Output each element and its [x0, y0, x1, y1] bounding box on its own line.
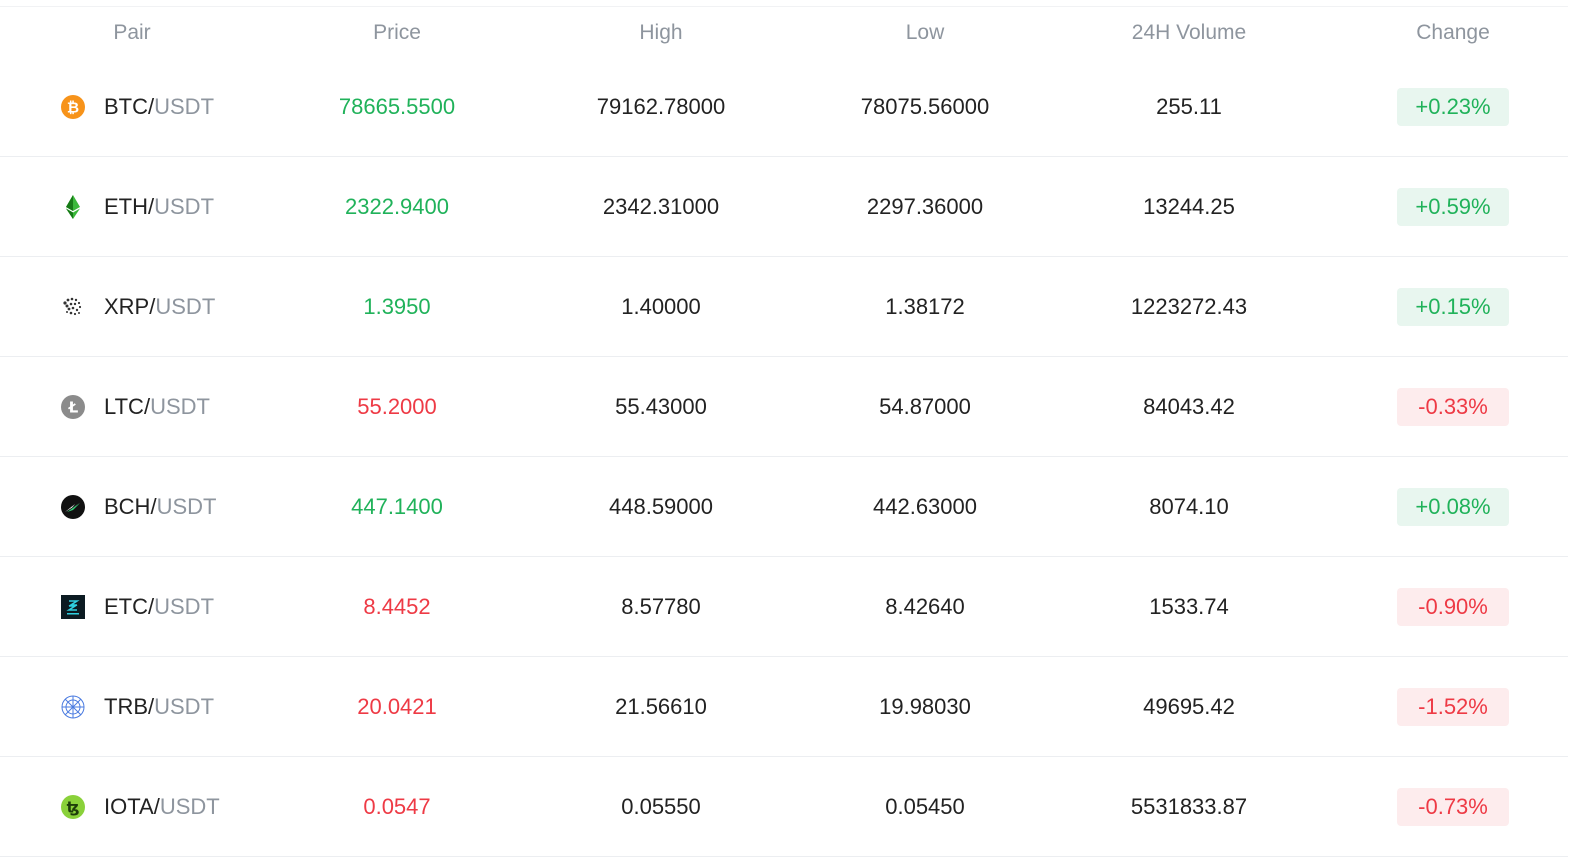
pair-base: BTC [104, 94, 148, 119]
low-cell: 1.38172 [885, 294, 965, 319]
high-cell: 0.05550 [621, 794, 701, 819]
change-badge: +0.59% [1397, 188, 1509, 226]
svg-text:ꜩ: ꜩ [67, 799, 80, 817]
pair-label: BTC/USDT [104, 57, 214, 157]
column-header-price: Price [373, 21, 421, 44]
table-row[interactable]: XRP/USDT 1.3950 1.40000 1.38172 1223272.43 +0… [0, 257, 1568, 357]
volume-cell: 255.11 [1156, 94, 1222, 119]
change-badge: +0.08% [1397, 488, 1509, 526]
pair-cell[interactable]: BCH/USDT [0, 457, 265, 557]
high-cell: 2342.31000 [602, 194, 720, 219]
price-cell: 447.1400 [351, 494, 443, 519]
pair-quote: USDT [155, 294, 216, 319]
table-row[interactable]: ꜩ IOTA/USDT 0.0547 0.05550 0.05450 5531833.87… [0, 757, 1568, 857]
column-header-low: Low [905, 21, 945, 44]
pair-label: LTC/USDT [104, 357, 210, 457]
pair-base: XRP [104, 294, 150, 319]
column-header-volume: 24H Volume [1131, 21, 1247, 44]
table-header: Pair Price High Low 24H Volume Change [0, 13, 1568, 53]
pair-label: BCH/USDT [104, 457, 216, 557]
price-cell: 55.2000 [357, 394, 437, 419]
table-row[interactable]: ₿ BTC/USDT 78665.5500 79162.78000 78075.5600… [0, 57, 1568, 157]
volume-cell: 8074.10 [1149, 494, 1229, 519]
pair-quote: USDT [159, 794, 220, 819]
table-row[interactable]: ETC/USDT 8.4452 8.57780 8.42640 1533.74 -0.90… [0, 557, 1568, 657]
pair-base: ETC [104, 594, 148, 619]
low-cell: 0.05450 [885, 794, 965, 819]
column-header-change: Change [1416, 21, 1490, 44]
table-row[interactable]: BCH/USDT 447.1400 448.59000 442.63000 8074.1… [0, 457, 1568, 557]
change-badge: +0.15% [1397, 288, 1509, 326]
low-cell: 8.42640 [885, 594, 965, 619]
column-header-high: High [639, 21, 683, 44]
pair-label: XRP/USDT [104, 257, 215, 357]
change-badge: -0.73% [1397, 788, 1509, 826]
pair-cell[interactable]: ₿ BTC/USDT [0, 57, 265, 157]
pair-base: TRB [104, 694, 148, 719]
pair-quote: USDT [154, 594, 215, 619]
table-row[interactable]: TRB/USDT 20.0421 21.56610 19.98030 49695.42 -… [0, 657, 1568, 757]
price-cell: 78665.5500 [338, 94, 456, 119]
pair-quote: USDT [156, 494, 217, 519]
pair-cell[interactable]: Ł LTC/USDT [0, 357, 265, 457]
top-divider [0, 6, 1568, 7]
high-cell: 55.43000 [615, 394, 707, 419]
pair-base: IOTA [104, 794, 154, 819]
price-cell: 8.4452 [363, 594, 431, 619]
change-badge: -1.52% [1397, 688, 1509, 726]
table-row[interactable]: Ł LTC/USDT 55.2000 55.43000 54.87000 84043.42… [0, 357, 1568, 457]
pair-base: LTC [104, 394, 144, 419]
change-badge: +0.23% [1397, 88, 1509, 126]
pair-quote: USDT [154, 194, 215, 219]
volume-cell: 1223272.43 [1130, 294, 1248, 319]
pair-quote: USDT [154, 694, 215, 719]
pair-quote: USDT [154, 94, 215, 119]
low-cell: 78075.56000 [860, 94, 990, 119]
price-cell: 2322.9400 [345, 194, 449, 219]
svg-text:₿: ₿ [67, 99, 79, 117]
pair-cell[interactable]: ETC/USDT [0, 557, 265, 657]
price-cell: 20.0421 [357, 694, 437, 719]
column-header-pair: Pair [113, 21, 151, 44]
price-cell: 0.0547 [363, 794, 431, 819]
pair-cell[interactable]: ETH/USDT [0, 157, 265, 257]
low-cell: 19.98030 [879, 694, 971, 719]
pair-base: BCH [104, 494, 151, 519]
pair-quote: USDT [150, 394, 210, 419]
pair-base: ETH [104, 194, 148, 219]
pair-cell[interactable]: ꜩ IOTA/USDT [0, 757, 265, 857]
svg-text:Ł: Ł [68, 399, 79, 417]
high-cell: 8.57780 [621, 594, 701, 619]
pair-cell[interactable]: TRB/USDT [0, 657, 265, 757]
table-row[interactable]: ETH/USDT 2322.9400 2342.31000 2297.36000 132… [0, 157, 1568, 257]
volume-cell: 84043.42 [1143, 394, 1235, 419]
change-badge: -0.90% [1397, 588, 1509, 626]
high-cell: 1.40000 [621, 294, 701, 319]
price-cell: 1.3950 [363, 294, 431, 319]
change-badge: -0.33% [1397, 388, 1509, 426]
high-cell: 21.56610 [615, 694, 707, 719]
pair-label: TRB/USDT [104, 657, 214, 757]
low-cell: 54.87000 [879, 394, 971, 419]
volume-cell: 1533.74 [1149, 594, 1229, 619]
pair-label: ETH/USDT [104, 157, 214, 257]
volume-cell: 5531833.87 [1130, 794, 1248, 819]
high-cell: 79162.78000 [596, 94, 726, 119]
pair-cell[interactable]: XRP/USDT [0, 257, 265, 357]
pair-label: IOTA/USDT [104, 757, 220, 857]
high-cell: 448.59000 [609, 494, 713, 519]
low-cell: 2297.36000 [866, 194, 984, 219]
volume-cell: 13244.25 [1143, 194, 1235, 219]
pair-label: ETC/USDT [104, 557, 214, 657]
low-cell: 442.63000 [873, 494, 977, 519]
volume-cell: 49695.42 [1143, 694, 1235, 719]
market-table: Pair Price High Low 24H Volume Change ₿ B… [0, 0, 1568, 857]
